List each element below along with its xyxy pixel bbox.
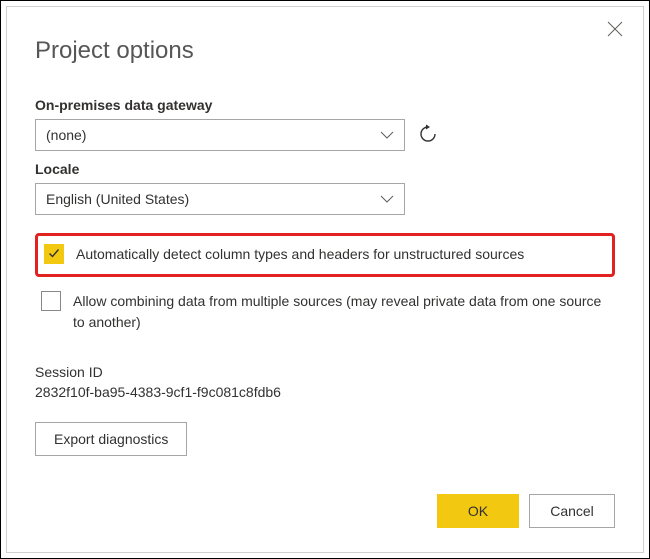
refresh-button[interactable] bbox=[417, 124, 439, 146]
session-label: Session ID bbox=[35, 364, 615, 380]
locale-select[interactable]: English (United States) bbox=[35, 183, 405, 215]
highlight-annotation: Automatically detect column types and he… bbox=[35, 233, 615, 277]
export-diagnostics-button[interactable]: Export diagnostics bbox=[35, 422, 187, 456]
chevron-down-icon bbox=[380, 131, 394, 139]
combine-label: Allow combining data from multiple sourc… bbox=[73, 291, 609, 334]
cancel-button[interactable]: Cancel bbox=[529, 494, 615, 528]
session-id: 2832f10f-ba95-4383-9cf1-f9c081c8fdb6 bbox=[35, 384, 615, 400]
gateway-label: On-premises data gateway bbox=[35, 97, 615, 113]
gateway-value: (none) bbox=[46, 127, 86, 143]
check-icon bbox=[47, 246, 61, 263]
locale-value: English (United States) bbox=[46, 191, 189, 207]
chevron-down-icon bbox=[380, 195, 394, 203]
window-frame: Project options On-premises data gateway… bbox=[0, 0, 650, 559]
close-icon bbox=[607, 21, 625, 37]
autodetect-checkbox[interactable] bbox=[44, 244, 64, 264]
locale-label: Locale bbox=[35, 161, 615, 177]
dialog-title: Project options bbox=[35, 37, 615, 65]
ok-button[interactable]: OK bbox=[437, 494, 519, 528]
refresh-icon bbox=[418, 124, 438, 147]
project-options-dialog: Project options On-premises data gateway… bbox=[6, 6, 644, 553]
autodetect-label: Automatically detect column types and he… bbox=[76, 244, 524, 266]
combine-checkbox[interactable] bbox=[41, 291, 61, 311]
dialog-footer: OK Cancel bbox=[437, 494, 615, 528]
gateway-select[interactable]: (none) bbox=[35, 119, 405, 151]
close-button[interactable] bbox=[607, 21, 625, 39]
